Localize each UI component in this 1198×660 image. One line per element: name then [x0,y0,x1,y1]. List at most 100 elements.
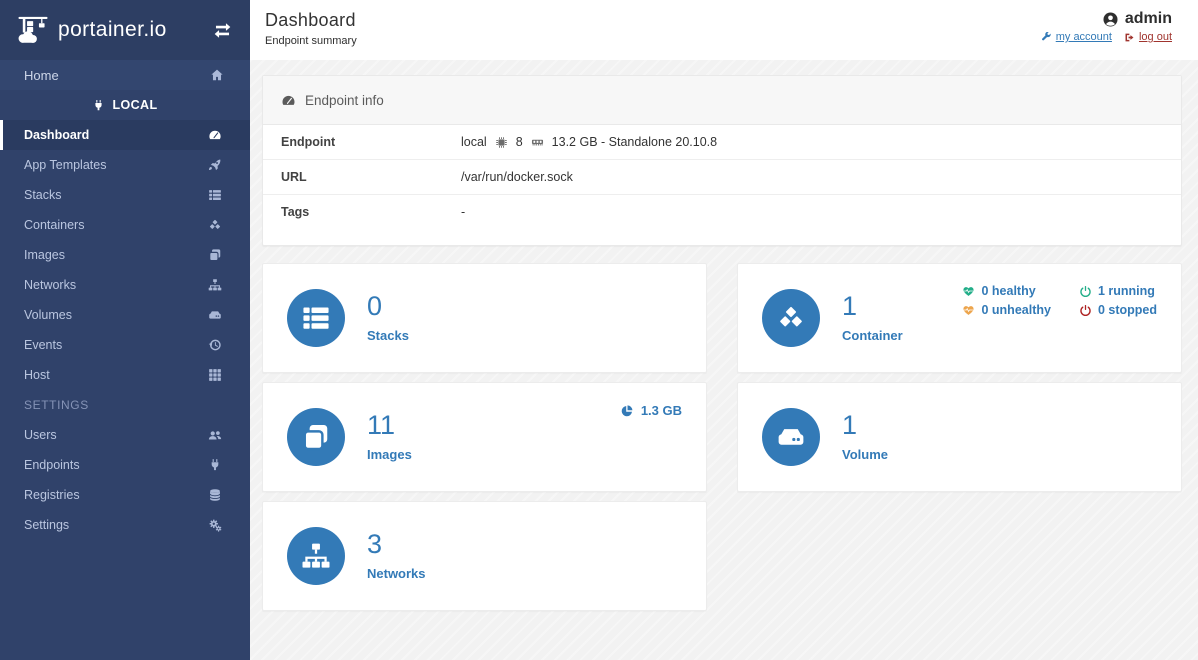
clone-icon [208,248,222,262]
sidebar-item-label: Events [24,338,63,352]
endpoint-switch-label: LOCAL [112,98,158,112]
user-name: admin [1041,10,1172,28]
log-out-link[interactable]: log out [1124,31,1172,43]
sidebar-item-settings[interactable]: Settings [0,510,250,540]
sidebar-item-endpoints[interactable]: Endpoints [0,450,250,480]
dashboard-cards: 0 Stacks 1 Container 0 healthy 1 running 0 unh… [262,263,1182,611]
sidebar-item-registries[interactable]: Registries [0,480,250,510]
microchip-icon [495,136,508,149]
dashboard-content: Endpoint info Endpoint local 8 13.2 GB - St… [250,60,1198,660]
hdd-icon [208,308,222,322]
cubes-icon [762,289,820,347]
link-label: log out [1138,31,1172,43]
sidebar-settings-menu: Users Endpoints Registries Settings [0,420,250,540]
sidebar-item-dashboard[interactable]: Dashboard [0,120,250,150]
history-icon [208,338,222,352]
endpoint-info-row-endpoint: Endpoint local 8 13.2 GB - Standalone 20.10… [263,125,1181,160]
row-value: /var/run/docker.sock [461,170,1169,184]
sidebar-item-volumes[interactable]: Volumes [0,300,250,330]
memory-icon [531,136,544,149]
database-icon [208,488,222,502]
sign-out-icon [1124,32,1135,43]
size-label: 1.3 GB [640,403,682,418]
endpoint-info-header: Endpoint info [263,76,1181,125]
card-count: 11 [367,410,396,440]
pie-chart-icon [620,404,634,418]
sidebar-item-label: Users [24,428,57,442]
sidebar-item-events[interactable]: Events [0,330,250,360]
value-text: /var/run/docker.sock [461,170,573,184]
status-0-unhealthy: 0 unhealthy [962,303,1051,317]
sidebar-item-containers[interactable]: Containers [0,210,250,240]
sidebar: portainer.io Home LOCAL Dashboard App Tem… [0,0,250,660]
sidebar-item-app-templates[interactable]: App Templates [0,150,250,180]
th-list-icon [287,289,345,347]
sidebar-item-stacks[interactable]: Stacks [0,180,250,210]
endpoint-switch-local[interactable]: LOCAL [0,90,250,120]
status-0-healthy: 0 healthy [962,284,1050,298]
sidebar-item-label: Images [24,248,65,262]
clone-icon [287,408,345,466]
card-count: 1 [842,291,858,321]
row-label: URL [263,159,449,195]
endpoint-info-row-url: URL/var/run/docker.sock [263,159,1181,195]
sitemap-icon [287,527,345,585]
sitemap-icon [208,278,222,292]
dashboard-card-volumes[interactable]: 1 Volume [737,382,1182,492]
power-icon [1079,285,1092,298]
card-label: Stacks [367,328,409,343]
home-icon [210,68,224,82]
cogs-icon [208,518,222,532]
exchange-icon[interactable] [213,21,232,40]
dashboard-card-containers[interactable]: 1 Container 0 healthy 1 running 0 unhealthy 0… [737,263,1182,373]
hdd-icon [762,408,820,466]
status-label: 0 stopped [1097,303,1157,317]
card-label: Volume [842,447,888,462]
card-label: Container [842,328,903,343]
value-text: 13.2 GB - Standalone 20.10.8 [551,135,718,149]
sidebar-item-label: Dashboard [24,128,90,142]
endpoint-info-row-tags: Tags - [263,194,1181,229]
user-block: admin my account log out [1041,10,1172,60]
rocket-icon [208,158,222,172]
images-size-total: 1.3 GB [620,403,682,418]
home-label: Home [24,67,59,83]
sidebar-item-label: Endpoints [24,458,80,472]
sidebar-header: portainer.io [0,0,250,60]
portainer-logo[interactable]: portainer.io [16,12,167,48]
row-label: Endpoint [281,135,336,149]
cubes-icon [208,218,222,232]
sidebar-item-host[interactable]: Host [0,360,250,390]
portainer-crane-icon [18,16,48,43]
dashboard-card-stacks[interactable]: 0 Stacks [262,263,707,373]
endpoint-info-widget: Endpoint info Endpoint local 8 13.2 GB - St… [262,75,1182,246]
user-circle-icon [1102,11,1119,28]
sidebar-menu: Dashboard App Templates Stacks Containers Im… [0,120,250,390]
sidebar-item-label: Volumes [24,308,72,322]
sidebar-item-label: Stacks [24,188,62,202]
sidebar-item-networks[interactable]: Networks [0,270,250,300]
sidebar-item-label: Registries [24,488,80,502]
row-label: Tags [263,194,449,229]
sidebar-item-users[interactable]: Users [0,420,250,450]
user-links: my account log out [1041,31,1172,43]
dashboard-card-images[interactable]: 11 Images 1.3 GB [262,382,707,492]
sidebar-item-label: Networks [24,278,77,292]
status-label: 1 running [1097,284,1155,298]
my-account-link[interactable]: my account [1041,31,1112,43]
heartbeat-icon [962,285,975,298]
dashboard-card-networks[interactable]: 3 Networks [262,501,707,611]
th-icon [208,368,222,382]
tachometer-icon [281,93,296,108]
sidebar-item-images[interactable]: Images [0,240,250,270]
card-label: Networks [367,566,426,581]
container-statuses: 0 healthy 1 running 0 unhealthy 0 stopped [962,284,1157,317]
sidebar-item-label: Settings [24,518,70,532]
value-text: - [461,205,466,219]
page-subtitle: Endpoint summary [265,35,357,47]
logo-text: portainer.io [58,18,167,41]
heartbeat-icon [962,304,975,317]
sidebar-item-home[interactable]: Home [0,60,250,90]
value-text: 8 [515,135,523,149]
row-value: - [461,205,1169,219]
